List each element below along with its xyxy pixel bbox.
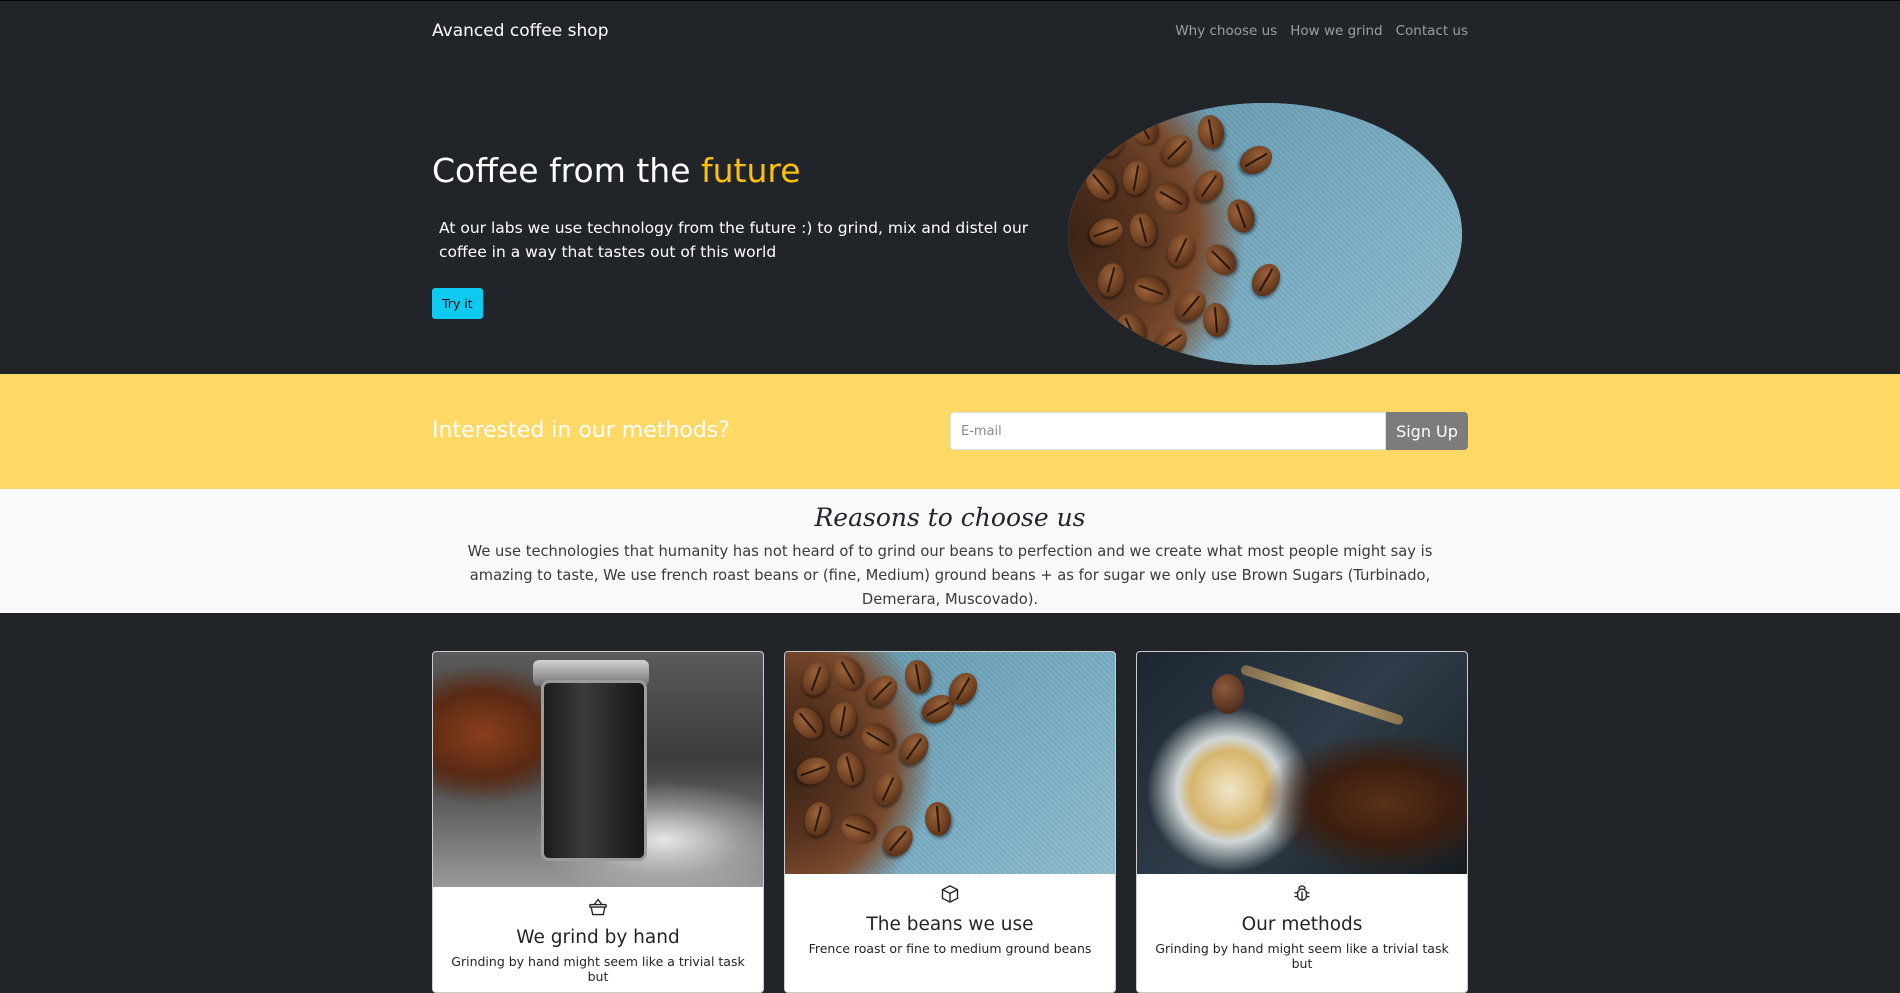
box-icon (941, 885, 959, 903)
hero-description: At our labs we use technology from the f… (439, 219, 1029, 261)
cards-section: We grind by hand Grinding by hand might … (0, 613, 1900, 993)
nav-links: Why choose us How we grind Contact us (1175, 23, 1468, 39)
hero-title-main: Coffee from the (432, 151, 701, 190)
reasons-title: Reasons to choose us (814, 503, 1086, 532)
email-input[interactable] (950, 412, 1386, 450)
navbar: Avanced coffee shop Why choose us How we… (0, 0, 1900, 61)
bug-icon (1294, 885, 1310, 901)
nav-link-how-we-grind[interactable]: How we grind (1290, 23, 1382, 39)
basket-icon (589, 898, 607, 916)
card-beans-we-use: The beans we use Frence roast or fine to… (784, 651, 1116, 993)
hero-title-accent: future (701, 151, 801, 190)
coffee-beans-card-image (785, 652, 1115, 874)
hero-coffee-beans-image (1068, 103, 1462, 365)
nav-link-contact-us[interactable]: Contact us (1396, 23, 1468, 39)
signup-title: Interested in our methods? (432, 418, 730, 443)
card-grind-by-hand: We grind by hand Grinding by hand might … (432, 651, 764, 993)
french-press-image (433, 652, 763, 887)
coffee-beans-photo (785, 652, 1115, 874)
french-press-photo (433, 652, 763, 887)
hero-title: Coffee from the future (432, 151, 801, 190)
hero-section: Coffee from the future At our labs we us… (0, 61, 1900, 374)
card-text: Grinding by hand might seem like a trivi… (1155, 941, 1449, 971)
card-title: Our methods (1241, 914, 1363, 935)
coffee-beans-photo (1068, 103, 1462, 365)
card-our-methods: Our methods Grinding by hand might seem … (1136, 651, 1468, 993)
card-text: Frence roast or fine to medium ground be… (808, 941, 1092, 956)
reasons-text: We use technologies that humanity has no… (467, 543, 1433, 608)
try-it-button[interactable]: Try it (432, 288, 483, 319)
brand-link[interactable]: Avanced coffee shop (432, 21, 609, 41)
card-title: The beans we use (866, 914, 1034, 935)
card-title: We grind by hand (516, 927, 680, 948)
card-text: Grinding by hand might seem like a trivi… (451, 954, 745, 984)
sign-up-button[interactable]: Sign Up (1386, 412, 1468, 450)
nav-link-why-choose-us[interactable]: Why choose us (1175, 23, 1277, 39)
coffee-grinder-photo (1137, 652, 1467, 874)
reasons-section: Reasons to choose us We use technologies… (0, 489, 1900, 613)
coffee-grinder-image (1137, 652, 1467, 874)
signup-section: Interested in our methods? Sign Up (0, 374, 1900, 489)
